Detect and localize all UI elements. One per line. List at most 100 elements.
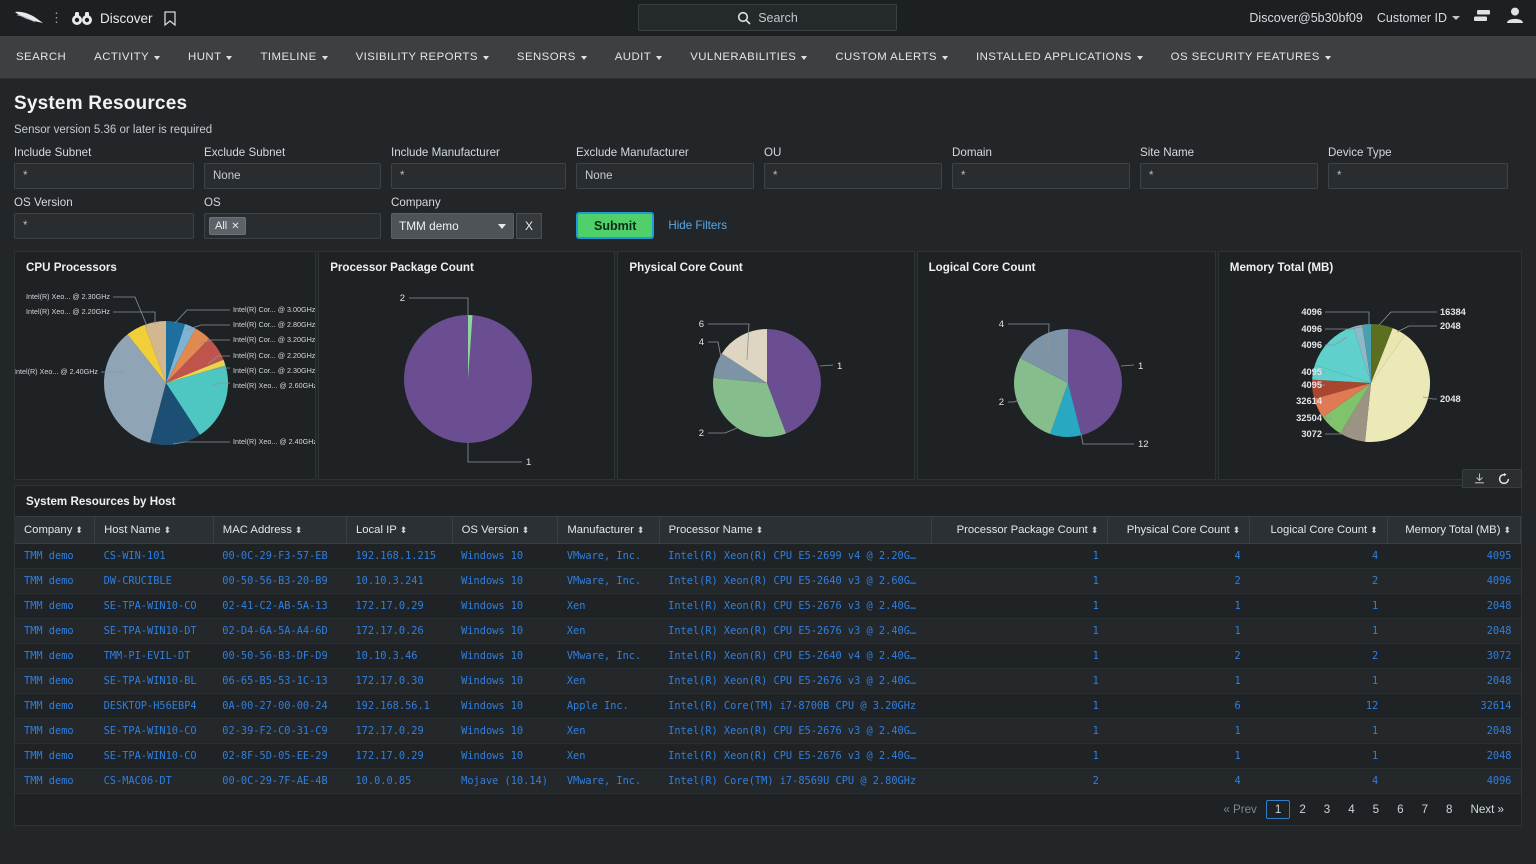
cell-processor-name[interactable]: Intel(R) Core(TM) i7-8700B CPU @ 3.20GHz (659, 694, 931, 719)
cell-mac-address[interactable]: 02-8F-5D-05-EE-29 (213, 744, 346, 769)
cell-os-version[interactable]: Windows 10 (452, 594, 558, 619)
cell-company[interactable]: TMM demo (15, 719, 95, 744)
cell-host-name[interactable]: TMM-PI-EVIL-DT (95, 644, 214, 669)
os-chip[interactable]: All ✕ (209, 217, 246, 235)
cell-mac-address[interactable]: 00-0C-29-F3-57-EB (213, 544, 346, 569)
cell-logical-core-count[interactable]: 12 (1250, 694, 1388, 719)
pagination-page-8[interactable]: 8 (1437, 800, 1461, 819)
pagination-page-3[interactable]: 3 (1315, 800, 1339, 819)
cell-manufacturer[interactable]: Xen (558, 594, 659, 619)
cell-local-ip[interactable]: 172.17.0.29 (346, 719, 452, 744)
column-header-host-name[interactable]: Host Name ⬍ (94, 516, 214, 544)
cell-logical-core-count[interactable]: 1 (1250, 669, 1388, 694)
cell-os-version[interactable]: Windows 10 (452, 744, 558, 769)
cell-local-ip[interactable]: 172.17.0.30 (346, 669, 452, 694)
cell-processor-name[interactable]: Intel(R) Xeon(R) CPU E5-2676 v3 @ 2.40GH… (659, 619, 931, 644)
global-search-box[interactable]: Search (638, 4, 897, 31)
cell-host-name[interactable]: SE-TPA-WIN10-CO (95, 719, 214, 744)
cell-local-ip[interactable]: 172.17.0.29 (346, 744, 452, 769)
nav-item-sensors[interactable]: SENSORS (503, 36, 601, 79)
customer-id-dropdown[interactable]: Customer ID (1377, 11, 1460, 25)
download-icon[interactable] (1474, 473, 1485, 484)
company-clear-button[interactable]: X (516, 213, 542, 239)
cell-processor-name[interactable]: Intel(R) Xeon(R) CPU E5-2640 v4 @ 2.40GH… (659, 644, 931, 669)
cell-memory-total[interactable]: 32614 (1387, 694, 1520, 719)
include-subnet-input[interactable]: * (14, 163, 194, 189)
cell-logical-core-count[interactable]: 4 (1250, 769, 1388, 794)
cell-host-name[interactable]: CS-MAC06-DT (95, 769, 214, 794)
cell-local-ip[interactable]: 10.10.3.46 (346, 644, 452, 669)
cell-memory-total[interactable]: 4096 (1387, 769, 1520, 794)
cell-mac-address[interactable]: 02-D4-6A-5A-A4-6D (213, 619, 346, 644)
cell-processor-name[interactable]: Intel(R) Xeon(R) CPU E5-2676 v3 @ 2.40GH… (659, 719, 931, 744)
cell-company[interactable]: TMM demo (15, 644, 95, 669)
bookmark-icon[interactable] (163, 10, 176, 26)
cell-memory-total[interactable]: 4095 (1387, 544, 1520, 569)
cell-logical-core-count[interactable]: 1 (1250, 619, 1388, 644)
search-input[interactable]: Search (758, 11, 798, 25)
cell-physical-core-count[interactable]: 1 (1108, 594, 1250, 619)
pagination-next[interactable]: Next » (1461, 800, 1513, 819)
table-row[interactable]: TMM demo CS-WIN-101 00-0C-29-F3-57-EB 19… (15, 543, 1521, 569)
cell-local-ip[interactable]: 192.168.56.1 (346, 694, 452, 719)
cell-processor-package-count[interactable]: 1 (931, 569, 1108, 594)
cell-company[interactable]: TMM demo (15, 694, 95, 719)
cell-manufacturer[interactable]: VMware, Inc. (558, 769, 659, 794)
cell-logical-core-count[interactable]: 4 (1250, 544, 1388, 569)
nav-item-vulnerabilities[interactable]: VULNERABILITIES (676, 36, 821, 79)
cell-memory-total[interactable]: 4096 (1387, 569, 1520, 594)
pagination-page-4[interactable]: 4 (1339, 800, 1363, 819)
cell-processor-package-count[interactable]: 1 (931, 744, 1108, 769)
cell-mac-address[interactable]: 0A-00-27-00-00-24 (213, 694, 346, 719)
cell-processor-package-count[interactable]: 1 (931, 544, 1108, 569)
table-row[interactable]: TMM demo SE-TPA-WIN10-CO 02-39-F2-C0-31-… (15, 718, 1521, 744)
cell-logical-core-count[interactable]: 2 (1250, 569, 1388, 594)
column-header-memory-total[interactable]: Memory Total (MB) ⬍ (1387, 516, 1522, 544)
cell-processor-package-count[interactable]: 1 (931, 669, 1108, 694)
cell-company[interactable]: TMM demo (15, 569, 95, 594)
cell-host-name[interactable]: DESKTOP-H56EBP4 (95, 694, 214, 719)
cell-mac-address[interactable]: 02-41-C2-AB-5A-13 (213, 594, 346, 619)
pagination-page-7[interactable]: 7 (1413, 800, 1437, 819)
cell-memory-total[interactable]: 2048 (1387, 594, 1520, 619)
column-header-manufacturer[interactable]: Manufacturer ⬍ (557, 516, 660, 544)
table-row[interactable]: TMM demo DESKTOP-H56EBP4 0A-00-27-00-00-… (15, 693, 1521, 719)
cell-mac-address[interactable]: 00-50-56-B3-20-B9 (213, 569, 346, 594)
column-header-logical-core-count[interactable]: Logical Core Count ⬍ (1249, 516, 1388, 544)
table-row[interactable]: TMM demo SE-TPA-WIN10-BL 06-65-B5-53-1C-… (15, 668, 1521, 694)
column-header-processor-package-count[interactable]: Processor Package Count ⬍ (931, 516, 1109, 544)
cell-host-name[interactable]: SE-TPA-WIN10-CO (95, 744, 214, 769)
cell-company[interactable]: TMM demo (15, 669, 95, 694)
column-header-company[interactable]: Company ⬍ (15, 516, 96, 544)
table-row[interactable]: TMM demo SE-TPA-WIN10-CO 02-8F-5D-05-EE-… (15, 743, 1521, 769)
cell-physical-core-count[interactable]: 2 (1108, 569, 1250, 594)
cell-memory-total[interactable]: 2048 (1387, 744, 1520, 769)
os-chip-input[interactable]: All ✕ (204, 213, 381, 239)
table-row[interactable]: TMM demo TMM-PI-EVIL-DT 00-50-56-B3-DF-D… (15, 643, 1521, 669)
cell-processor-name[interactable]: Intel(R) Xeon(R) CPU E5-2640 v3 @ 2.60GH… (659, 569, 931, 594)
nav-item-audit[interactable]: AUDIT (601, 36, 676, 79)
cell-physical-core-count[interactable]: 6 (1108, 694, 1250, 719)
exclude-subnet-input[interactable]: None (204, 163, 381, 189)
hide-filters-link[interactable]: Hide Filters (668, 219, 727, 232)
cell-manufacturer[interactable]: Xen (558, 719, 659, 744)
cell-processor-package-count[interactable]: 1 (931, 594, 1108, 619)
cell-memory-total[interactable]: 2048 (1387, 619, 1520, 644)
domain-input[interactable]: * (952, 163, 1130, 189)
cell-logical-core-count[interactable]: 1 (1250, 744, 1388, 769)
table-row[interactable]: TMM demo DW-CRUCIBLE 00-50-56-B3-20-B9 1… (15, 568, 1521, 594)
cell-os-version[interactable]: Mojave (10.14) (452, 769, 558, 794)
pagination-page-1[interactable]: 1 (1265, 800, 1291, 819)
cell-logical-core-count[interactable]: 2 (1250, 644, 1388, 669)
submit-button[interactable]: Submit (576, 212, 655, 239)
cell-local-ip[interactable]: 10.0.0.85 (346, 769, 452, 794)
cell-memory-total[interactable]: 2048 (1387, 669, 1520, 694)
column-header-physical-core-count[interactable]: Physical Core Count ⬍ (1107, 516, 1251, 544)
table-row[interactable]: TMM demo SE-TPA-WIN10-DT 02-D4-6A-5A-A4-… (15, 618, 1521, 644)
cell-processor-name[interactable]: Intel(R) Core(TM) i7-8569U CPU @ 2.80GHz (659, 769, 931, 794)
cell-memory-total[interactable]: 2048 (1387, 719, 1520, 744)
cell-processor-package-count[interactable]: 1 (931, 719, 1108, 744)
cell-host-name[interactable]: SE-TPA-WIN10-CO (95, 594, 214, 619)
cell-local-ip[interactable]: 172.17.0.26 (346, 619, 452, 644)
cell-manufacturer[interactable]: Apple Inc. (558, 694, 659, 719)
